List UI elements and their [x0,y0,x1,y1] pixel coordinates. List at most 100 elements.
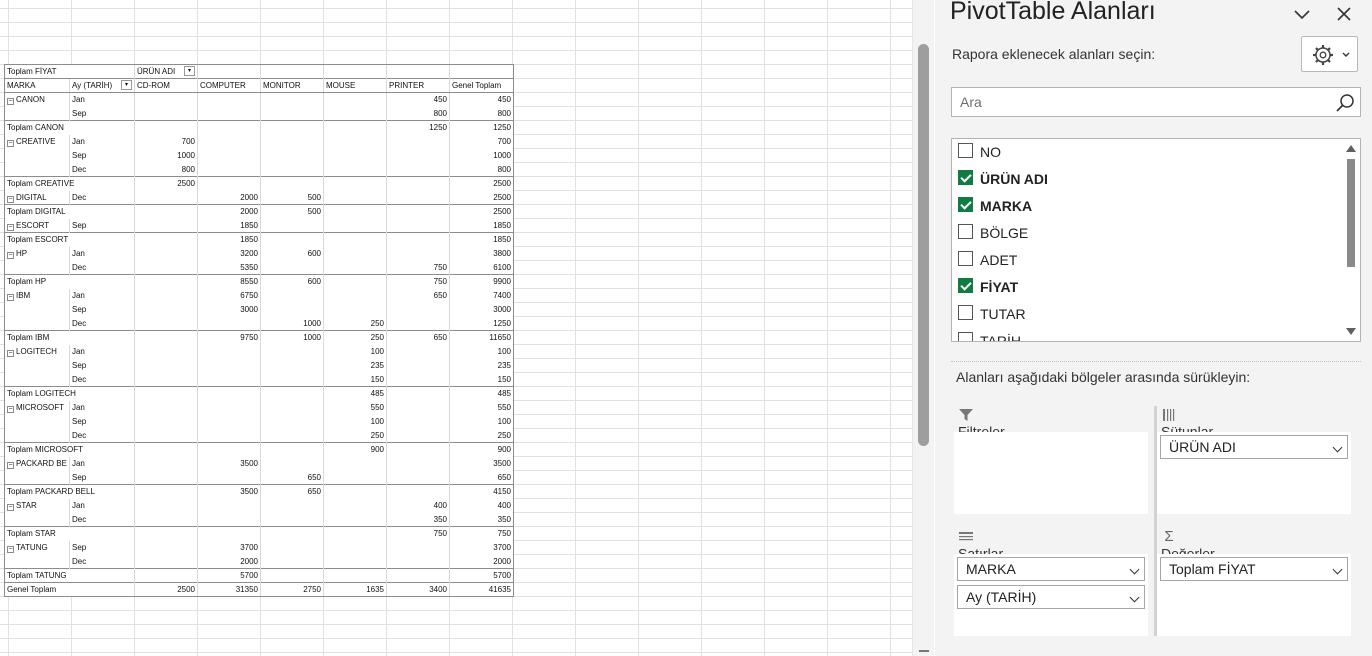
pivot-value-cell[interactable] [196,386,261,401]
pivot-value-cell[interactable]: 2500 [448,176,514,191]
pivot-value-cell[interactable]: 3500 [196,456,261,471]
pane-options-button[interactable] [1290,4,1314,24]
pivot-value-cell[interactable] [133,92,198,107]
pivot-header-monitor[interactable]: MONITOR [259,78,324,93]
pivot-brand-cell[interactable] [4,470,70,485]
pivot-value-cell[interactable]: 500 [259,190,324,205]
pivot-brand-cell[interactable] [4,358,70,373]
values-field-toplam-fiyat[interactable]: Toplam FİYAT [1160,557,1348,581]
pivot-value-cell[interactable]: 100 [322,344,387,359]
pivot-value-cell[interactable]: 150 [322,372,387,387]
pivot-header-computer[interactable]: COMPUTER [196,78,261,93]
pivot-value-cell[interactable] [133,484,198,499]
pivot-value-cell[interactable] [133,302,198,317]
pivot-month-cell[interactable]: Jan [68,134,135,149]
pivot-value-cell[interactable] [196,106,261,121]
pivot-value-cell[interactable] [196,428,261,443]
scroll-down-icon[interactable] [1346,328,1356,335]
pivot-value-cell[interactable] [385,148,450,163]
pivot-value-cell[interactable] [385,246,450,261]
pivot-brand-cell[interactable] [4,428,70,443]
row-filter-dropdown-icon[interactable]: ▾ [120,80,132,90]
pivot-value-cell[interactable]: 1000 [448,148,514,163]
pivot-value-cell[interactable]: 4150 [448,484,514,499]
pivot-value-cell[interactable] [259,260,324,275]
pivot-value-cell[interactable] [259,148,324,163]
values-drop-zone[interactable]: Toplam FİYAT [1157,554,1351,636]
pivot-month-cell[interactable]: Jan [68,92,135,107]
pivot-value-cell[interactable] [259,442,324,457]
pivot-value-cell[interactable] [322,162,387,177]
pivot-value-cell[interactable]: 500 [259,204,324,219]
pivot-value-cell[interactable] [385,386,450,401]
pivot-value-cell[interactable]: 8550 [196,274,261,289]
pivot-value-cell[interactable] [133,540,198,555]
pivot-value-cell[interactable] [322,568,387,583]
pivot-value-cell[interactable]: 650 [259,470,324,485]
pivot-value-cell[interactable]: 1850 [196,232,261,247]
pivot-value-cell[interactable] [133,288,198,303]
pivot-value-cell[interactable]: 9900 [448,274,514,289]
field-checkbox[interactable] [958,305,973,320]
pivot-value-cell[interactable] [385,344,450,359]
pivot-month-cell[interactable]: Dec [68,372,135,387]
pivot-value-cell[interactable]: 1000 [133,148,198,163]
pivot-value-cell[interactable] [196,512,261,527]
pivot-value-cell[interactable]: 550 [448,400,514,415]
pivot-value-cell[interactable]: 900 [448,442,514,457]
pivot-value-cell[interactable] [322,218,387,233]
pivot-value-cell[interactable]: 800 [133,162,198,177]
columns-drop-zone[interactable]: ÜRÜN ADI [1157,432,1351,514]
pivot-value-cell[interactable] [133,400,198,415]
pivot-value-cell[interactable] [259,232,324,247]
pivot-month-cell[interactable]: Sep [68,540,135,555]
pivot-header-cdrom[interactable]: CD-ROM [133,78,198,93]
pivot-subtotal-label[interactable]: Toplam HP [4,274,135,289]
pivot-brand-cell[interactable] [4,554,70,569]
pivot-value-cell[interactable] [133,358,198,373]
collapse-toggle-icon[interactable]: − [7,223,14,231]
pivot-subtotal-label[interactable]: Toplam IBM [4,330,135,345]
pivot-value-cell[interactable]: 750 [385,526,450,541]
pivot-value-cell[interactable] [385,316,450,331]
pivot-brand-cell[interactable]: − STAR [4,498,70,513]
pivot-value-cell[interactable] [385,204,450,219]
pivot-value-cell[interactable]: 3400 [385,582,450,597]
pivot-value-cell[interactable]: 450 [448,92,514,107]
pivot-value-cell[interactable]: 1250 [448,316,514,331]
pivot-value-cell[interactable]: 2000 [196,554,261,569]
pivot-month-cell[interactable]: Dec [68,162,135,177]
field-list-scrollbar[interactable] [1342,139,1360,341]
pivot-value-cell[interactable]: 1250 [385,120,450,135]
pivot-value-cell[interactable] [385,176,450,191]
pivot-value-cell[interactable] [385,568,450,583]
pivot-brand-cell[interactable]: − HP [4,246,70,261]
pivot-value-cell[interactable] [259,386,324,401]
field-item[interactable]: FİYAT [952,274,1342,301]
pivot-header-marka[interactable]: MARKA [4,78,70,93]
pivot-value-cell[interactable]: 3800 [448,246,514,261]
pivot-value-cell[interactable] [322,470,387,485]
pivot-value-cell[interactable] [196,372,261,387]
pivot-value-cell[interactable] [196,344,261,359]
pivot-value-cell[interactable]: 2000 [196,190,261,205]
pivot-value-cell[interactable]: 485 [322,386,387,401]
pivot-brand-cell[interactable] [4,162,70,177]
chevron-down-icon[interactable] [1129,564,1140,575]
pivot-value-cell[interactable]: 5700 [196,568,261,583]
pivot-value-cell[interactable] [385,302,450,317]
pivot-value-cell[interactable] [259,302,324,317]
pivot-value-cell[interactable] [322,260,387,275]
pivot-value-cell[interactable] [259,120,324,135]
pivot-value-cell[interactable] [322,204,387,219]
field-checkbox[interactable] [958,332,973,341]
pivot-value-cell[interactable] [133,512,198,527]
field-item[interactable]: TARİH [952,328,1342,341]
pivot-value-cell[interactable] [196,414,261,429]
pivot-value-cell[interactable] [133,526,198,541]
pivot-subtotal-label[interactable]: Toplam TATUNG [4,568,135,583]
pivot-value-cell[interactable] [133,386,198,401]
pivot-brand-cell[interactable] [4,372,70,387]
pivot-value-cell[interactable] [133,316,198,331]
pivot-value-cell[interactable]: 250 [322,428,387,443]
